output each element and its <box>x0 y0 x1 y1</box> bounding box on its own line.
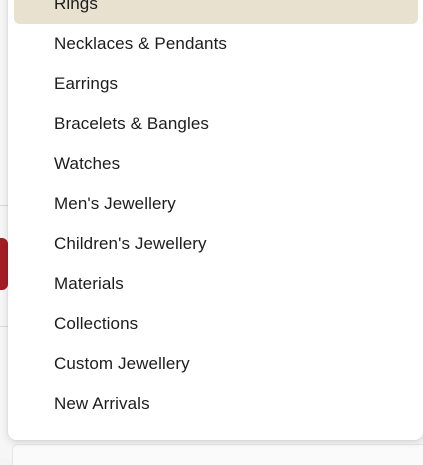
menu-item-watches[interactable]: Watches <box>14 144 418 184</box>
menu-item-collections[interactable]: Collections <box>14 304 418 344</box>
category-dropdown-menu: Rings Necklaces & Pendants Earrings Brac… <box>8 0 423 440</box>
menu-item-earrings[interactable]: Earrings <box>14 64 418 104</box>
background-card <box>12 444 423 465</box>
menu-item-rings[interactable]: Rings <box>14 0 418 24</box>
category-menu-list: Rings Necklaces & Pendants Earrings Brac… <box>8 0 423 424</box>
menu-item-childrens-jewellery[interactable]: Children's Jewellery <box>14 224 418 264</box>
menu-item-mens-jewellery[interactable]: Men's Jewellery <box>14 184 418 224</box>
menu-item-necklaces-pendants[interactable]: Necklaces & Pendants <box>14 24 418 64</box>
menu-item-new-arrivals[interactable]: New Arrivals <box>14 384 418 424</box>
background-accent-button <box>0 238 8 290</box>
menu-item-materials[interactable]: Materials <box>14 264 418 304</box>
menu-item-bracelets-bangles[interactable]: Bracelets & Bangles <box>14 104 418 144</box>
menu-item-custom-jewellery[interactable]: Custom Jewellery <box>14 344 418 384</box>
